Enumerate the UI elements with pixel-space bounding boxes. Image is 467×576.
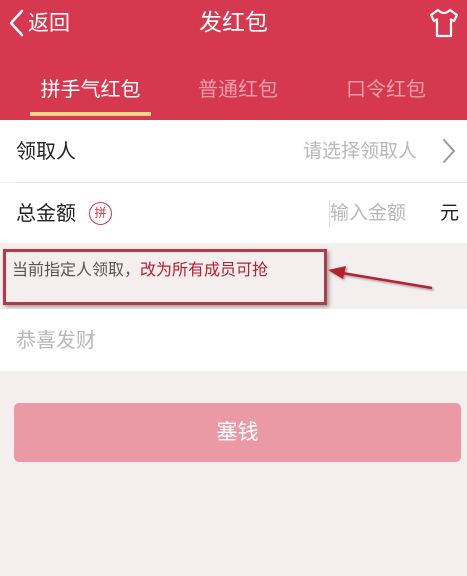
currency-unit: 元 — [439, 202, 459, 224]
notice-static-text: 当前指定人领取， — [12, 260, 141, 279]
tab-normal-red-packet[interactable]: 普通红包 — [183, 64, 293, 120]
submit-money-button[interactable]: 塞钱 — [14, 403, 461, 462]
tshirt-button[interactable] — [427, 6, 461, 40]
amount-row: 总金额 拼 元 — [0, 183, 467, 243]
page-title: 发红包 — [199, 10, 268, 36]
recipient-selector[interactable]: 请选择领取人 — [303, 120, 417, 182]
chevron-right-icon — [439, 138, 459, 164]
recipient-row[interactable]: 领取人 请选择领取人 — [0, 120, 467, 182]
navbar: 返回 发红包 — [0, 0, 467, 48]
annotation-arrow-icon — [328, 266, 433, 290]
lucky-badge: 拼 — [89, 202, 112, 225]
amount-input[interactable] — [330, 183, 430, 243]
greeting-input[interactable] — [16, 309, 446, 371]
tshirt-icon — [427, 8, 461, 44]
active-tab-indicator — [30, 112, 151, 116]
switch-to-all-members-link[interactable]: 改为所有成员可抢 — [140, 260, 268, 279]
notice-text: 当前指定人领取，改为所有成员可抢 — [12, 258, 268, 282]
recipient-label: 领取人 — [16, 139, 76, 163]
greeting-row — [0, 309, 467, 371]
header: 返回 发红包 拼手气红包 普通红包 口令红包 — [0, 0, 467, 120]
tab-password-red-packet[interactable]: 口令红包 — [331, 64, 441, 120]
amount-label: 总金额 — [16, 201, 76, 225]
